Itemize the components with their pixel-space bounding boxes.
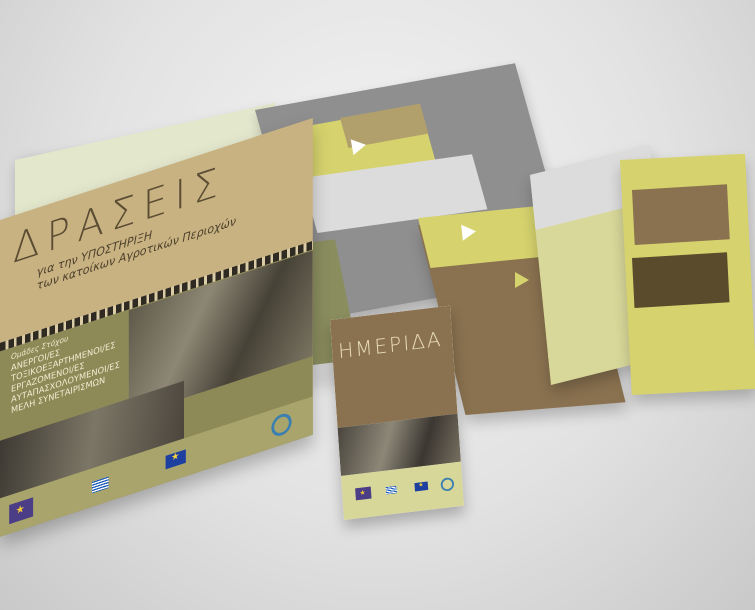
eu-flag-icon bbox=[165, 449, 186, 470]
arrow-right-icon bbox=[350, 136, 368, 156]
arrow-right-icon bbox=[461, 223, 477, 241]
purple-logo-icon bbox=[355, 486, 372, 501]
event-leaflet: ΗΜΕΡΙΔΑ bbox=[330, 305, 464, 520]
greece-flag-icon bbox=[385, 485, 397, 495]
brochure-right-dark-block bbox=[632, 252, 730, 308]
circle-logo-icon bbox=[271, 410, 292, 439]
purple-logo-icon bbox=[9, 497, 34, 525]
eu-flag-icon bbox=[414, 481, 429, 492]
brochure-right-brown-block bbox=[632, 184, 730, 245]
greece-flag-icon bbox=[92, 476, 109, 494]
leaflet-header bbox=[330, 305, 458, 428]
mockup-scene: ΗΜΕΡΙΔΑ ΔΡΑΣΕΙΣ για την ΥΠΟΣΤΗΡΙΞΗ των κ… bbox=[0, 0, 755, 610]
arrow-right-icon bbox=[515, 272, 529, 288]
circle-logo-icon bbox=[440, 477, 455, 492]
